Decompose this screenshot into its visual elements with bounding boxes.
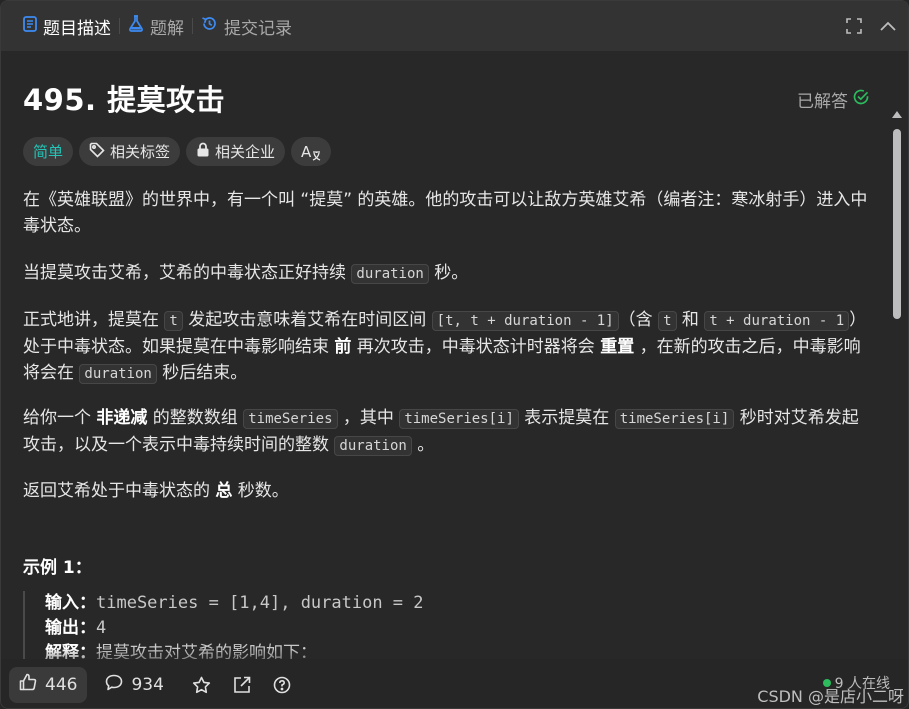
history-icon	[201, 15, 218, 37]
related-companies-label: 相关企业	[215, 143, 276, 161]
scrollbar[interactable]	[892, 109, 902, 659]
inline-code: t	[658, 311, 677, 331]
solved-status-label: 已解答	[797, 92, 848, 112]
difficulty-badge[interactable]: 简单	[23, 137, 74, 166]
comment-count: 934	[131, 674, 164, 695]
inline-code: duration	[334, 436, 412, 456]
inline-code: timeSeries[i]	[614, 409, 735, 429]
related-tags-button[interactable]: 相关标签	[79, 137, 181, 166]
example-title: 示例 1：	[23, 558, 92, 578]
translate-button[interactable]: A	[291, 137, 332, 166]
problem-panel: 题目描述 题解 提交记录 495. 提莫攻击 已解答 简单 相关标签 相关企业 …	[0, 0, 909, 709]
tab-solutions[interactable]: 题解	[120, 1, 192, 51]
tab-submissions[interactable]: 提交记录	[193, 1, 300, 51]
tab-solutions-label: 题解	[150, 18, 184, 39]
inline-code: timeSeries	[243, 409, 338, 429]
document-icon	[23, 15, 37, 37]
check-circle-icon	[853, 89, 869, 110]
description-paragraph: 在《英雄联盟》的世界中，有一个叫 “提莫” 的英雄。他的攻击可以让敌方英雄艾希（…	[23, 190, 868, 236]
inline-code: timeSeries[i]	[399, 409, 519, 429]
inline-code: t + duration - 1	[704, 311, 850, 331]
scrollbar-thumb[interactable]	[893, 129, 901, 319]
inline-code: [t, t + duration - 1]	[431, 311, 619, 331]
comment-icon	[105, 674, 123, 696]
share-icon[interactable]	[233, 676, 251, 694]
description-paragraph: 当提莫攻击艾希，艾希的中毒状态正好持续 duration 秒。	[23, 263, 469, 284]
inline-code: duration	[79, 364, 157, 384]
tag-row: 简单 相关标签 相关企业 A	[23, 137, 332, 166]
problem-content[interactable]: 495. 提莫攻击 已解答 简单 相关标签 相关企业 A 在《英雄联盟》的世界中…	[1, 51, 908, 659]
example-input: 输入：timeSeries = [1,4], duration = 2	[45, 593, 424, 613]
related-companies-button[interactable]: 相关企业	[186, 137, 286, 166]
thumbs-up-icon	[19, 673, 37, 696]
problem-title: 495. 提莫攻击	[23, 83, 226, 117]
like-count: 446	[45, 674, 78, 695]
comments-button[interactable]: 934	[105, 674, 164, 696]
like-button[interactable]: 446	[9, 666, 88, 703]
scroll-up-arrow[interactable]	[892, 111, 902, 118]
star-icon[interactable]	[192, 676, 211, 694]
description-paragraph: 给你一个 非递减 的整数数组 timeSeries ，其中 timeSeries…	[23, 408, 859, 456]
description-paragraph: 返回艾希处于中毒状态的 总 秒数。	[23, 481, 289, 501]
help-icon[interactable]	[273, 676, 291, 694]
chevron-up-icon[interactable]	[880, 21, 896, 31]
example-output: 输出：4	[45, 618, 107, 638]
translate-icon: A	[301, 143, 321, 161]
tab-description[interactable]: 题目描述	[15, 1, 119, 51]
tab-submissions-label: 提交记录	[224, 18, 292, 39]
difficulty-label: 简单	[33, 143, 64, 161]
fullscreen-icon[interactable]	[846, 18, 862, 34]
inline-code: duration	[351, 264, 429, 284]
bottom-toolbar: 446 934 9 人在线 CSDN @是店小二呀	[1, 659, 908, 708]
flask-icon	[128, 15, 144, 37]
tab-description-label: 题目描述	[43, 18, 111, 39]
solved-status: 已解答	[797, 87, 869, 112]
tag-icon	[89, 142, 105, 162]
lock-icon	[196, 142, 210, 161]
tab-bar: 题目描述 题解 提交记录	[1, 1, 908, 51]
description-paragraph: 正式地讲，提莫在 t 发起攻击意味着艾希在时间区间 [t, t + durati…	[23, 310, 867, 384]
watermark: CSDN @是店小二呀	[757, 687, 904, 706]
inline-code: t	[164, 311, 183, 331]
example-block: 输入：timeSeries = [1,4], duration = 2 输出：4…	[23, 591, 865, 659]
related-tags-label: 相关标签	[110, 143, 171, 161]
